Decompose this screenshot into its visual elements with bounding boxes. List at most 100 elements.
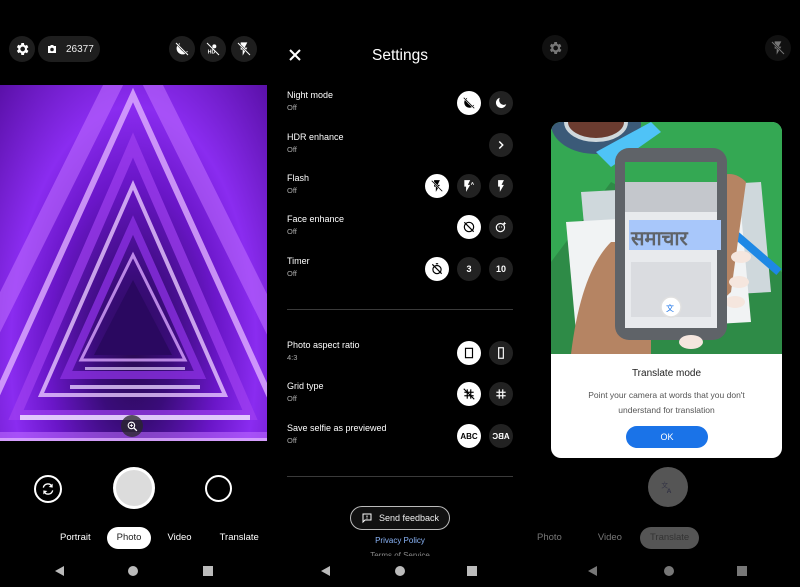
grid-off-icon (463, 388, 475, 400)
setting-timer: Timer Off 3 10 (287, 256, 513, 286)
face-on-option[interactable] (489, 215, 513, 239)
ratio-4-3-option[interactable] (457, 341, 481, 365)
setting-grid-type: Grid type Off (287, 381, 513, 411)
back-icon[interactable] (588, 566, 597, 576)
back-icon[interactable] (55, 566, 64, 576)
camera-icon (48, 45, 56, 53)
translate-shutter-button[interactable]: 文A (648, 467, 688, 507)
mirrored-abc-text: ABC (492, 431, 510, 441)
home-icon[interactable] (395, 566, 405, 576)
privacy-policy-link[interactable]: Privacy Policy (267, 536, 533, 545)
photo-counter[interactable]: 26377 (38, 36, 100, 62)
illustration-word: समाचार (630, 226, 689, 250)
settings-button[interactable] (542, 35, 568, 61)
back-icon[interactable] (321, 566, 330, 576)
gear-icon (549, 42, 562, 54)
moon-icon (495, 97, 507, 109)
recents-icon[interactable] (203, 566, 213, 576)
mode-photo[interactable]: Photo (533, 527, 572, 549)
recents-icon[interactable] (737, 566, 747, 576)
face-off-option[interactable] (457, 215, 481, 239)
home-icon[interactable] (664, 566, 674, 576)
mode-video[interactable]: Video (157, 527, 201, 549)
timer-off-icon (431, 263, 443, 275)
face-off-icon (463, 221, 475, 233)
chevron-right-icon (498, 140, 504, 150)
feedback-label: Send feedback (378, 513, 440, 523)
night-on-option[interactable] (489, 91, 513, 115)
nav-bar (0, 562, 267, 580)
flash-auto-icon: A (464, 180, 475, 192)
nav-bar (533, 562, 800, 580)
feedback-icon (362, 513, 372, 524)
translate-icon: 文A (661, 481, 672, 495)
translate-illustration: समाचार 文 (551, 122, 782, 354)
flash-button[interactable] (231, 36, 257, 62)
settings-button[interactable] (9, 36, 35, 62)
svg-text:A: A (471, 181, 475, 186)
selfie-normal-option[interactable]: ABC (457, 424, 481, 448)
night-off-option[interactable] (457, 91, 481, 115)
section-divider (287, 309, 513, 310)
switch-camera-icon (42, 483, 54, 495)
timer-10-option[interactable]: 10 (489, 257, 513, 281)
translate-panel: 文A Photo Video Translate समाचार 文 Transl… (533, 0, 800, 587)
section-divider (287, 476, 513, 477)
switch-camera-button[interactable] (34, 475, 62, 503)
setting-flash: Flash Off A (287, 173, 513, 203)
zoom-in-icon (127, 421, 137, 431)
hdr-more-button[interactable] (489, 133, 513, 157)
home-icon[interactable] (128, 566, 138, 576)
grid-on-option[interactable] (489, 382, 513, 406)
gallery-thumbnail[interactable] (205, 475, 232, 502)
grid-off-option[interactable] (457, 382, 481, 406)
nav-bar (267, 562, 533, 580)
setting-night-mode: Night mode Off (287, 90, 513, 120)
setting-face-enhance: Face enhance Off (287, 214, 513, 244)
mode-photo[interactable]: Photo (106, 527, 152, 549)
dialog-body: Point your camera at words that you don'… (588, 390, 745, 415)
mode-video[interactable]: Video (588, 527, 632, 549)
flash-auto-option[interactable]: A (457, 174, 481, 198)
zoom-button[interactable] (121, 415, 143, 437)
setting-hdr-enhance: HDR enhance Off (287, 132, 513, 162)
gear-icon (16, 43, 29, 55)
night-off-icon (463, 97, 475, 109)
ratio-16-9-icon (498, 347, 504, 359)
camera-panel: 26377 HD Portrait Photo Video Translate (0, 0, 267, 587)
terms-of-service-link[interactable]: Terms of Service (267, 552, 533, 556)
viewfinder[interactable] (0, 85, 267, 441)
send-feedback-button[interactable]: Send feedback (350, 506, 450, 530)
flash-on-icon (498, 180, 504, 192)
timer-3-option[interactable]: 3 (457, 257, 481, 281)
mode-portrait[interactable]: Portrait (50, 527, 101, 549)
timer-off-option[interactable] (425, 257, 449, 281)
flash-on-option[interactable] (489, 174, 513, 198)
svg-text:A: A (667, 488, 672, 495)
photo-count: 26377 (66, 43, 94, 55)
flash-off-icon (771, 41, 785, 55)
translate-mode-dialog: समाचार 文 Translate mode Point your camer… (551, 122, 782, 458)
selfie-mirrored-option[interactable]: ABC (489, 424, 513, 448)
grid-icon (496, 389, 506, 399)
ok-button[interactable]: OK (626, 426, 708, 448)
illustration-image: समाचार 文 (551, 122, 782, 354)
hdr-button[interactable]: HD (200, 36, 226, 62)
flash-button[interactable] (765, 35, 791, 61)
mode-translate[interactable]: Translate (639, 527, 700, 549)
recents-icon[interactable] (467, 566, 477, 576)
night-off-icon (175, 42, 189, 56)
mode-translate[interactable]: Translate (210, 527, 267, 549)
night-mode-button[interactable] (169, 36, 195, 62)
ratio-4-3-icon (464, 347, 474, 359)
hdr-off-icon: HD (206, 42, 220, 56)
setting-label: HDR enhance (287, 132, 344, 142)
dialog-title: Translate mode (631, 368, 702, 379)
mode-selector: Photo Video Translate (533, 527, 700, 549)
ratio-16-9-option[interactable] (489, 341, 513, 365)
flash-off-icon (237, 42, 251, 56)
flash-off-icon (431, 180, 443, 192)
flash-off-option[interactable] (425, 174, 449, 198)
shutter-button[interactable] (113, 467, 155, 509)
svg-text:文: 文 (666, 303, 674, 313)
